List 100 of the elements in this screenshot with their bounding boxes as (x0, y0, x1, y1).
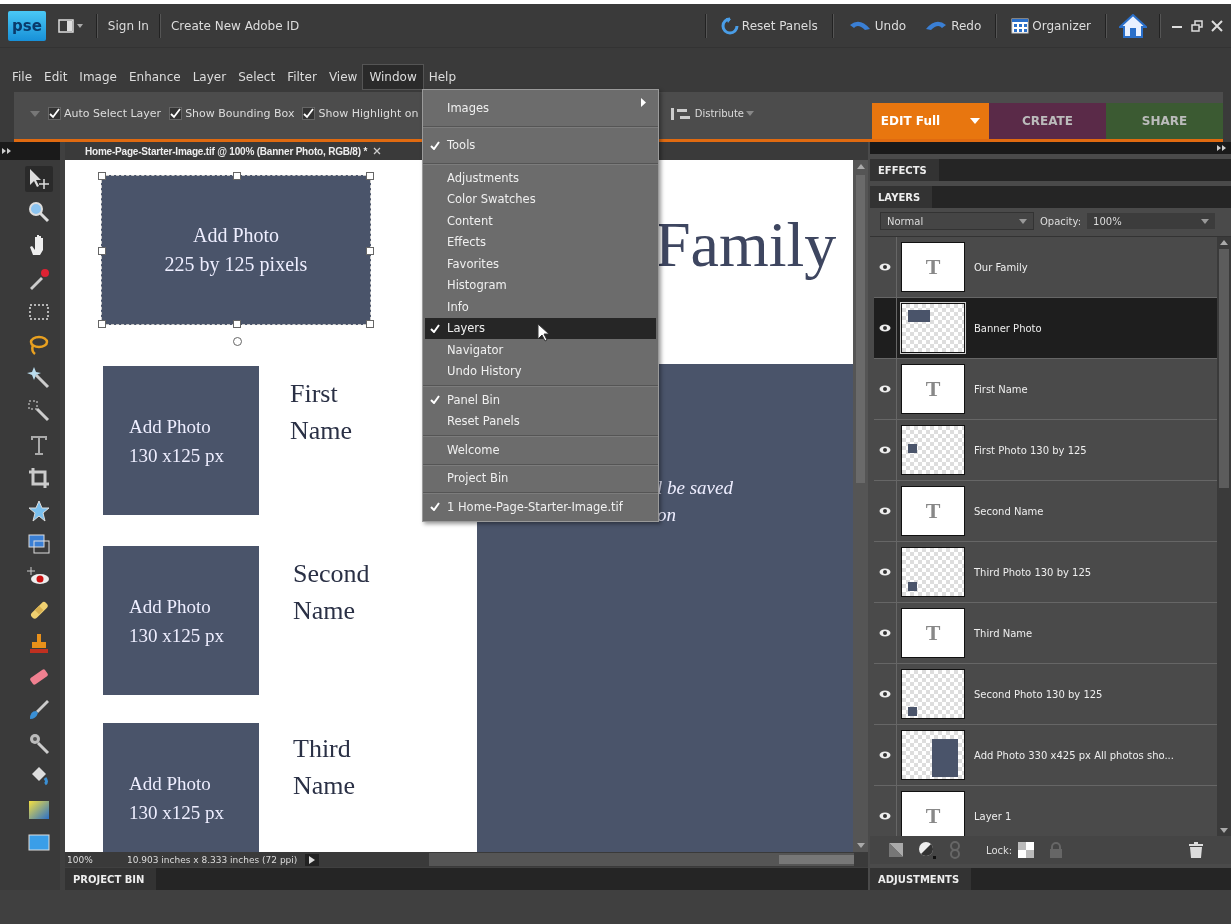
resize-handle[interactable] (98, 247, 106, 255)
caret-icon (1019, 218, 1027, 224)
scroll-down-icon[interactable] (856, 843, 865, 848)
mode-tab[interactable]: SHARE (1106, 103, 1223, 139)
undo-button[interactable]: Undo (843, 18, 911, 33)
expand-icon[interactable] (2, 148, 12, 154)
menu-item[interactable]: Edit (38, 65, 74, 89)
menu-item[interactable]: Image (73, 65, 123, 89)
new-layer-icon[interactable] (888, 842, 904, 858)
menu-item[interactable]: Enhance (122, 65, 187, 89)
menu-item[interactable]: Histogram (425, 274, 656, 296)
name-text: Name (290, 415, 353, 447)
layer-row[interactable]: Banner Photo (874, 298, 1217, 359)
distribute-button[interactable]: Distribute (670, 106, 754, 121)
blend-mode-dropdown[interactable]: Normal (880, 212, 1034, 230)
checkbox-label: Show Highlight on (318, 107, 419, 120)
rotate-handle[interactable] (233, 337, 242, 346)
checkbox[interactable] (169, 107, 183, 120)
layer-row[interactable]: Second Photo 130 by 125 (874, 664, 1217, 725)
move-tool-icon[interactable] (25, 166, 53, 192)
adjustment-layer-icon[interactable] (918, 841, 936, 859)
panel-title[interactable]: ADJUSTMENTS (870, 868, 972, 890)
menu-item[interactable]: Content (425, 210, 656, 232)
layout-button[interactable] (55, 16, 86, 35)
panel-title[interactable]: PROJECT BIN (65, 868, 157, 890)
menu-item[interactable]: Navigator (425, 339, 656, 361)
scroll-up-icon[interactable] (1220, 240, 1228, 245)
resize-handle[interactable] (98, 320, 106, 328)
menu-item[interactable]: Effects (425, 231, 656, 253)
layer-row[interactable]: T Third Name (874, 603, 1217, 664)
trash-icon[interactable] (1189, 842, 1203, 858)
menu-item[interactable]: Images (425, 93, 656, 123)
opacity-field[interactable]: 100% (1087, 213, 1216, 229)
app-logo: pse (8, 10, 46, 41)
checkbox[interactable] (48, 107, 61, 120)
placeholder-text: 130 x125 px (129, 800, 225, 825)
menu-item[interactable]: View (322, 65, 364, 89)
scroll-up-icon[interactable] (856, 164, 865, 169)
layer-thumbnail (901, 730, 965, 780)
create-id-link[interactable]: Create New Adobe ID (171, 18, 300, 33)
placeholder-text: 130 x125 px (129, 623, 225, 648)
layer-thumbnail (901, 547, 965, 597)
menu-item[interactable]: Layer (186, 65, 233, 89)
reset-button[interactable]: Reset Panels (716, 16, 822, 35)
menu-item[interactable]: Info (425, 296, 656, 318)
organizer-button[interactable]: Organizer (1007, 17, 1095, 34)
panel-title[interactable]: LAYERS (870, 186, 933, 208)
menu-item[interactable]: Favorites (425, 253, 656, 275)
menu-item[interactable]: File (6, 65, 39, 89)
restore-icon[interactable] (1191, 19, 1203, 32)
layer-name: First Photo 130 by 125 (974, 444, 1087, 456)
scrollbar[interactable] (853, 160, 868, 852)
menu-item[interactable]: Help (422, 65, 463, 89)
close-icon[interactable] (373, 147, 382, 155)
circular-arrow-icon (720, 16, 739, 35)
menu-item[interactable]: 1 Home-Page-Starter-Image.tif (425, 496, 656, 518)
menu-item[interactable]: Color Swatches (425, 188, 656, 210)
layer-row[interactable]: T Our Family (874, 237, 1217, 298)
layer-thumbnail (901, 303, 965, 353)
menu-item[interactable]: Reset Panels (425, 410, 656, 432)
menu-item[interactable]: Project Bin (425, 467, 656, 489)
caret-icon (746, 111, 754, 116)
menu-item[interactable]: Tools (425, 130, 656, 160)
menu-item[interactable]: Filter (281, 65, 323, 89)
lock-transparency-icon[interactable] (1018, 842, 1035, 858)
home-icon[interactable] (1117, 11, 1149, 40)
resize-handle[interactable] (233, 172, 241, 180)
checkbox[interactable] (302, 107, 316, 120)
menu-item[interactable]: Undo History (425, 360, 656, 382)
menu-item[interactable]: Layers (425, 317, 656, 339)
menu-item[interactable]: Panel Bin (425, 389, 656, 411)
layer-row[interactable]: T First Name (874, 359, 1217, 420)
layer-name: Third Photo 130 by 125 (974, 566, 1092, 578)
scrollbar[interactable] (1217, 237, 1231, 836)
layer-name: Second Name (974, 505, 1044, 517)
layer-row[interactable]: T Second Name (874, 481, 1217, 542)
resize-handle[interactable] (366, 247, 374, 255)
redo-button[interactable]: Redo (920, 18, 986, 33)
caret-icon (1201, 218, 1210, 224)
menu-item[interactable]: Window (363, 65, 423, 89)
layer-row[interactable]: Add Photo 330 x425 px All photos sho... (874, 725, 1217, 786)
layer-row[interactable]: First Photo 130 by 125 (874, 420, 1217, 481)
resize-handle[interactable] (366, 172, 374, 180)
resize-handle[interactable] (366, 320, 374, 328)
menu-item[interactable]: Welcome (425, 439, 656, 461)
menu-item[interactable]: Select (232, 65, 282, 89)
mode-tab[interactable]: CREATE (989, 103, 1106, 139)
expand-icon[interactable] (1217, 145, 1227, 151)
resize-handle[interactable] (98, 172, 106, 180)
scroll-down-icon[interactable] (1220, 828, 1228, 833)
close-icon[interactable] (1211, 19, 1223, 32)
name-text: Name (293, 595, 357, 627)
menu-item[interactable]: Adjustments (425, 167, 656, 189)
sign-in-link[interactable]: Sign In (107, 18, 149, 33)
layer-row[interactable]: Third Photo 130 by 125 (874, 542, 1217, 603)
scrollbar[interactable] (429, 853, 854, 866)
play-icon[interactable] (305, 853, 320, 866)
resize-handle[interactable] (233, 320, 241, 328)
document-info: 10.903 inches x 8.333 inches (72 ppi) (127, 854, 298, 865)
panel-title[interactable]: EFFECTS (870, 159, 939, 181)
